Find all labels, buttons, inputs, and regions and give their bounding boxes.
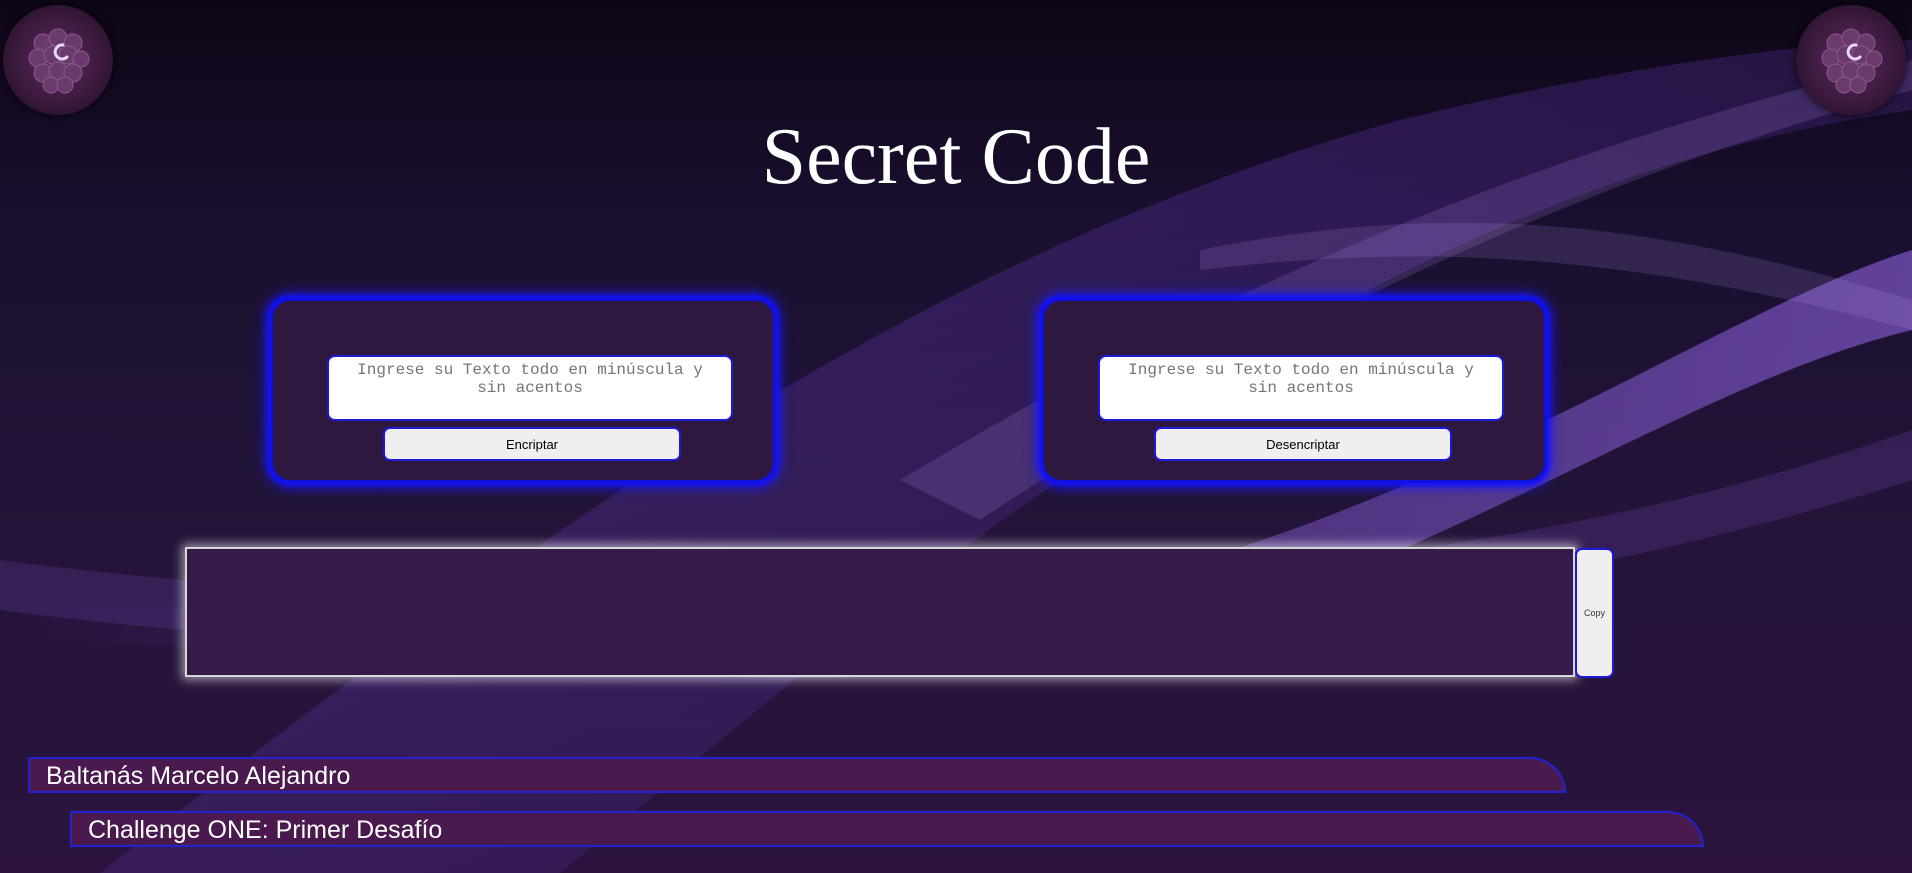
decrypt-panel: Desencriptar (1041, 298, 1547, 483)
page-title: Secret Code (761, 113, 1151, 201)
raspberry-logo-icon (28, 28, 90, 94)
encrypt-panel: Encriptar (270, 298, 776, 483)
output-textarea[interactable] (185, 547, 1575, 677)
encrypt-input[interactable] (327, 355, 733, 421)
logo-left (3, 5, 113, 115)
decrypt-input[interactable] (1098, 355, 1504, 421)
decrypt-button[interactable]: Desencriptar (1154, 427, 1452, 461)
raspberry-logo-icon (1821, 28, 1883, 94)
logo-right (1796, 5, 1906, 115)
copy-button[interactable]: Copy (1575, 548, 1614, 678)
footer-author: Baltanás Marcelo Alejandro (28, 757, 1566, 793)
footer-challenge: Challenge ONE: Primer Desafío (70, 811, 1704, 847)
encrypt-button[interactable]: Encriptar (383, 427, 681, 461)
